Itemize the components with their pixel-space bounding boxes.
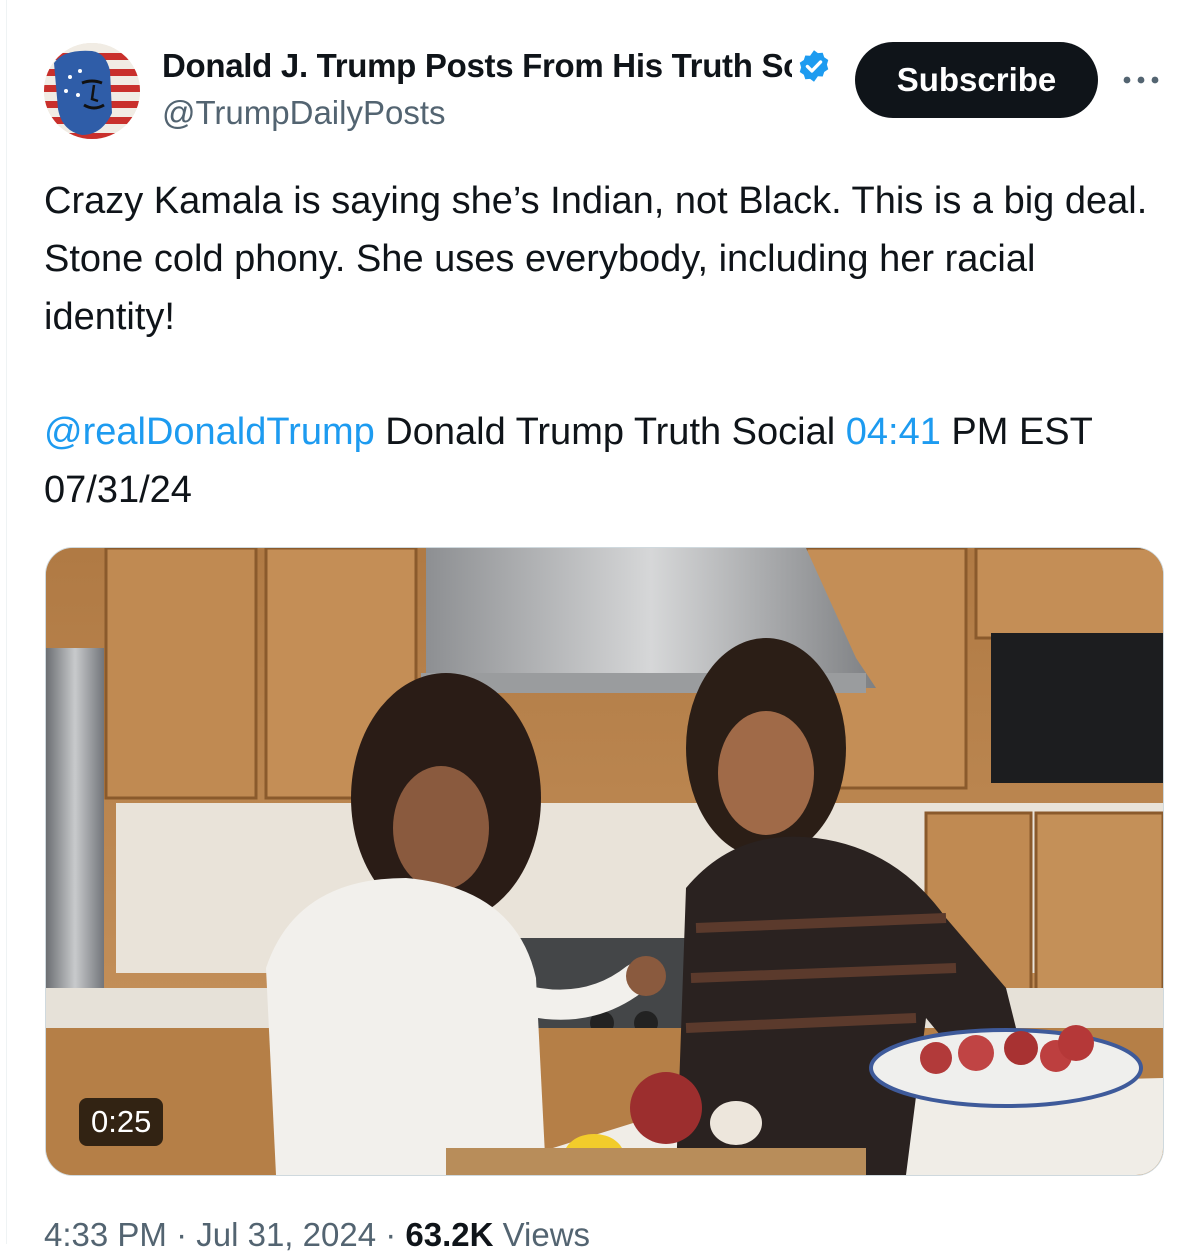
avatar-image	[44, 43, 140, 139]
post-time[interactable]: 4:33 PM	[44, 1216, 167, 1253]
time-link[interactable]: 04:41	[846, 411, 941, 453]
verified-badge-icon[interactable]	[796, 48, 832, 84]
views-count[interactable]: 63.2K	[405, 1216, 493, 1253]
views-label: Views	[493, 1216, 591, 1253]
video-duration-badge: 0:25	[79, 1098, 164, 1146]
author-handle[interactable]: @TrumpDailyPosts	[162, 94, 446, 132]
author-display-name[interactable]: Donald J. Trump Posts From His Truth Soc…	[162, 47, 792, 85]
meta-separator-2: ·	[376, 1216, 406, 1253]
more-options-button[interactable]	[1118, 60, 1164, 100]
post-date[interactable]: Jul 31, 2024	[196, 1216, 376, 1253]
video-thumbnail	[46, 548, 1163, 1175]
video-player[interactable]: 0:25	[45, 547, 1164, 1176]
source-text: Donald Trump Truth Social	[374, 411, 846, 453]
post-text: Crazy Kamala is saying she’s Indian, not…	[44, 180, 1158, 338]
subscribe-button[interactable]: Subscribe	[855, 42, 1098, 118]
more-dots-icon	[1123, 76, 1159, 84]
post-source-line: @realDonaldTrump Donald Trump Truth Soci…	[44, 403, 1159, 519]
column-divider	[6, 0, 7, 1244]
author-name-row[interactable]: Donald J. Trump Posts From His Truth Soc…	[162, 44, 838, 88]
mention-link[interactable]: @realDonaldTrump	[44, 411, 375, 453]
post-metadata: 4:33 PM · Jul 31, 2024 · 63.2K Views	[44, 1216, 590, 1254]
meta-separator: ·	[166, 1216, 197, 1253]
avatar[interactable]	[44, 43, 140, 139]
